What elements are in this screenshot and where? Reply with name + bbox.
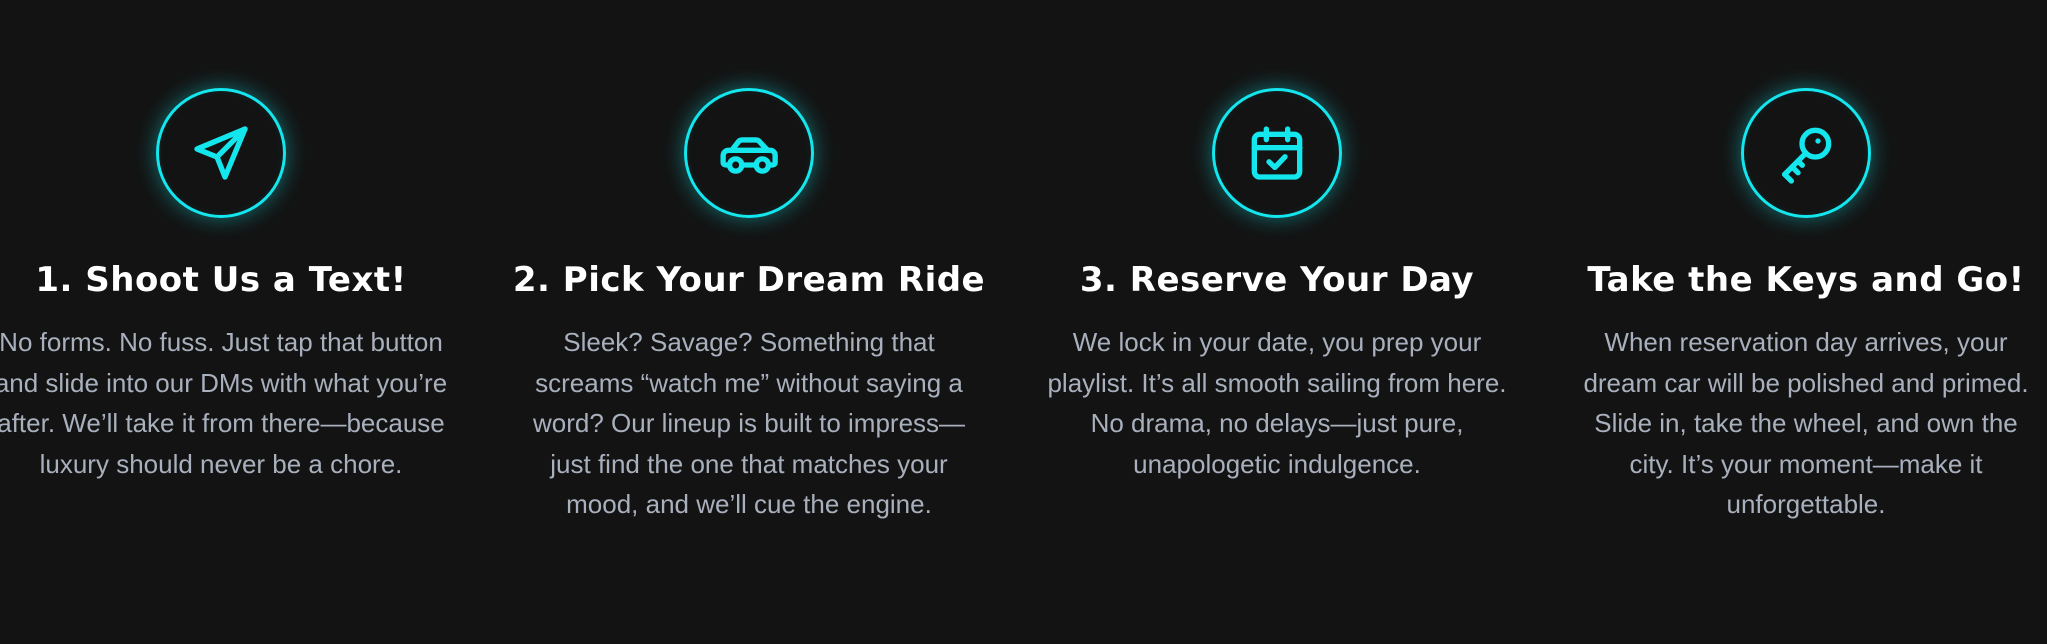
key-icon: [1782, 127, 1832, 184]
calendar-check-icon: [1251, 126, 1303, 180]
car-icon: [720, 137, 778, 174]
step-reserve-your-day: 3. Reserve Your Day We lock in your date…: [1037, 88, 1517, 484]
step-pick-your-dream-ride: 2. Pick Your Dream Ride Sleek? Savage? S…: [509, 88, 989, 525]
send-icon: [194, 126, 248, 180]
car-icon-ring: [684, 88, 814, 218]
step-description: We lock in your date, you prep your play…: [1047, 327, 1507, 479]
calendar-icon-ring: [1212, 88, 1342, 218]
send-icon-ring: [156, 88, 286, 218]
key-icon-ring: [1741, 88, 1871, 218]
step-description: When reservation day arrives, your dream…: [1583, 327, 2029, 519]
step-description: Sleek? Savage? Something that screams “w…: [532, 327, 966, 519]
step-title: 3. Reserve Your Day: [1079, 260, 1475, 300]
step-title: 2. Pick Your Dream Ride: [512, 260, 986, 300]
step-take-the-keys: Take the Keys and Go! When reservation d…: [1566, 88, 2046, 525]
step-shoot-us-a-text: 1. Shoot Us a Text! No forms. No fuss. J…: [0, 88, 461, 484]
step-description: No forms. No fuss. Just tap that button …: [0, 327, 448, 479]
step-title: Take the Keys and Go!: [1587, 260, 2025, 300]
how-it-works-steps: 1. Shoot Us a Text! No forms. No fuss. J…: [0, 0, 2047, 644]
step-title: 1. Shoot Us a Text!: [35, 260, 407, 300]
